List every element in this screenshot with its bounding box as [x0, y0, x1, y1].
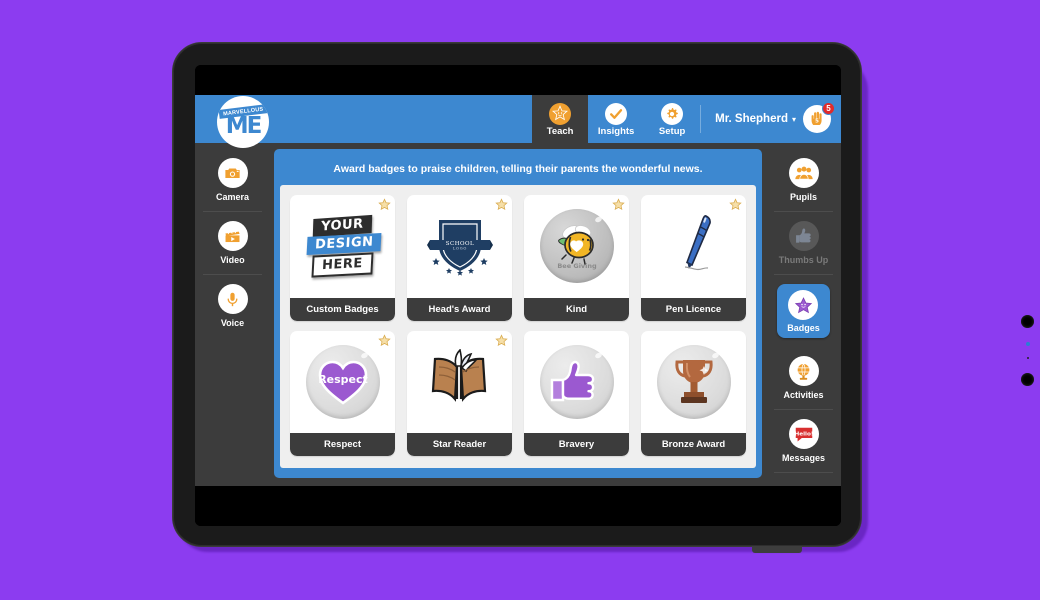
top-navigation-bar: MARVELLOUS ME Teach Insights Setup Mr. S…	[195, 95, 841, 148]
avatar[interactable]: 5 5	[803, 102, 835, 133]
marvellousme-app: MARVELLOUS ME Teach Insights Setup Mr. S…	[195, 95, 841, 486]
badge-label: Pen Licence	[641, 297, 746, 321]
badge-card-respect[interactable]: Respect Respect	[290, 330, 395, 456]
badge-label: Star Reader	[407, 433, 512, 456]
sidebar-item-camera-label: Camera	[215, 192, 250, 202]
badge-art-trophy	[641, 331, 746, 434]
tab-setup[interactable]: Setup	[644, 95, 700, 143]
badge-label: Kind	[524, 297, 629, 321]
tab-insights[interactable]: Insights	[588, 95, 644, 143]
gear-icon	[661, 103, 684, 125]
star-icon	[378, 333, 391, 347]
chevron-down-icon: ▾	[791, 114, 796, 124]
badge-label: Bravery	[524, 433, 629, 456]
sidebar-item-camera[interactable]: Camera	[195, 149, 270, 211]
sidebar-divider	[774, 472, 833, 473]
thumbs-up-icon	[788, 221, 819, 251]
star-icon	[495, 198, 508, 211]
star-icon	[729, 198, 742, 211]
app-logo[interactable]: MARVELLOUS ME	[195, 95, 291, 148]
sidebar-item-activities-label: Activities	[783, 390, 824, 400]
tablet-stand-foot	[752, 546, 802, 553]
sidebar-item-pupils[interactable]: Pupils	[766, 149, 841, 211]
microphone-icon	[217, 284, 248, 314]
badge-label: Bronze Award	[641, 433, 746, 456]
sidebar-item-activities[interactable]: Activities	[766, 347, 841, 409]
tablet-led-indicator	[1026, 342, 1030, 346]
tab-teach[interactable]: Teach	[532, 95, 589, 143]
sidebar-item-video-label: Video	[220, 255, 245, 265]
screen-letterbox-top	[195, 65, 841, 95]
badge-label: Head's Award	[407, 297, 512, 321]
page-title: Award badges to praise children, telling…	[333, 163, 703, 175]
right-sidebar: Pupils Thumbs Up Badges Activities Hello…	[766, 143, 841, 486]
sidebar-item-pupils-label: Pupils	[789, 192, 817, 202]
badge-card-pen-licence[interactable]: Pen Licence	[641, 195, 746, 321]
svg-text:Bee Giving: Bee Giving	[557, 262, 597, 270]
sidebar-item-video[interactable]: Video	[195, 212, 270, 274]
badge-card-heads-award[interactable]: SCHOOL LOGO Head's Award	[407, 195, 512, 321]
badge-card-star-reader[interactable]: Star Reader	[407, 330, 512, 456]
svg-text:Hello!: Hello!	[794, 431, 813, 437]
badge-card-custom-badges[interactable]: YOUR DESIGN HERE Custom Badges	[290, 195, 395, 321]
sidebar-item-voice[interactable]: Voice	[195, 275, 270, 337]
sidebar-item-messages-label: Messages	[781, 453, 826, 463]
user-menu[interactable]: Mr. Shepherd ▾ 5 5	[701, 95, 841, 143]
badge-label: Respect	[290, 433, 395, 456]
sidebar-item-badges-label: Badges	[787, 323, 820, 333]
activities-globe-icon	[788, 356, 819, 386]
svg-text:LOGO: LOGO	[452, 247, 466, 251]
orange-star-face-icon	[549, 103, 572, 125]
user-name-label: Mr. Shepherd	[715, 113, 788, 125]
badges-panel: Award badges to praise children, telling…	[274, 149, 762, 478]
badge-art-thumb	[524, 331, 629, 434]
check-circle-icon	[605, 103, 628, 125]
svg-text:Respect: Respect	[318, 373, 368, 386]
badge-card-bravery[interactable]: Bravery	[524, 330, 629, 456]
badge-card-kind[interactable]: Bee Giving Kind	[524, 195, 629, 321]
tab-insights-label: Insights	[597, 126, 635, 137]
screenshot-stage: MARVELLOUS ME Teach Insights Setup Mr. S…	[0, 0, 1040, 600]
star-icon	[612, 198, 625, 211]
tab-teach-label: Teach	[546, 126, 574, 137]
sidebar-item-voice-label: Voice	[220, 318, 245, 328]
camera-icon	[217, 158, 248, 188]
badges-grid: YOUR DESIGN HERE Custom Badges SCHOOL LO…	[280, 185, 756, 468]
badge-disc: Bee Giving	[539, 209, 614, 284]
sidebar-item-badges[interactable]: Badges	[766, 275, 841, 347]
badge-disc	[539, 344, 614, 419]
badge-disc: Respect	[305, 344, 380, 419]
tablet-sensor-dot	[1027, 357, 1029, 359]
star-icon	[378, 198, 391, 211]
tablet-screen: MARVELLOUS ME Teach Insights Setup Mr. S…	[195, 65, 841, 526]
app-body: Camera Video Voice Award badges to prais…	[195, 143, 841, 486]
svg-text:5: 5	[815, 118, 819, 124]
sidebar-item-thumbs-up-label: Thumbs Up	[778, 255, 829, 265]
tab-setup-label: Setup	[658, 126, 686, 137]
tablet-device: MARVELLOUS ME Teach Insights Setup Mr. S…	[172, 42, 1034, 547]
clapperboard-play-icon	[217, 221, 248, 251]
badge-disc	[656, 344, 731, 419]
logo-wordmark: ME	[225, 112, 263, 139]
badge-card-bronze-award[interactable]: Bronze Award	[641, 330, 746, 456]
main-content: Award badges to praise children, telling…	[270, 143, 766, 486]
tablet-hardware-button-bottom[interactable]	[1021, 373, 1034, 386]
screen-letterbox-bottom	[195, 486, 841, 526]
notification-badge: 5	[822, 102, 835, 115]
badge-label: Custom Badges	[290, 297, 395, 321]
speech-bubble-hello-icon: Hello!	[788, 419, 819, 449]
tablet-hardware-button-top[interactable]	[1021, 315, 1034, 328]
left-sidebar: Camera Video Voice	[195, 143, 270, 486]
purple-star-icon	[788, 290, 819, 320]
star-icon	[495, 333, 508, 347]
pupils-group-icon	[788, 158, 819, 188]
sidebar-item-messages[interactable]: Hello! Messages	[766, 410, 841, 472]
sidebar-item-thumbs-up[interactable]: Thumbs Up	[766, 212, 841, 274]
